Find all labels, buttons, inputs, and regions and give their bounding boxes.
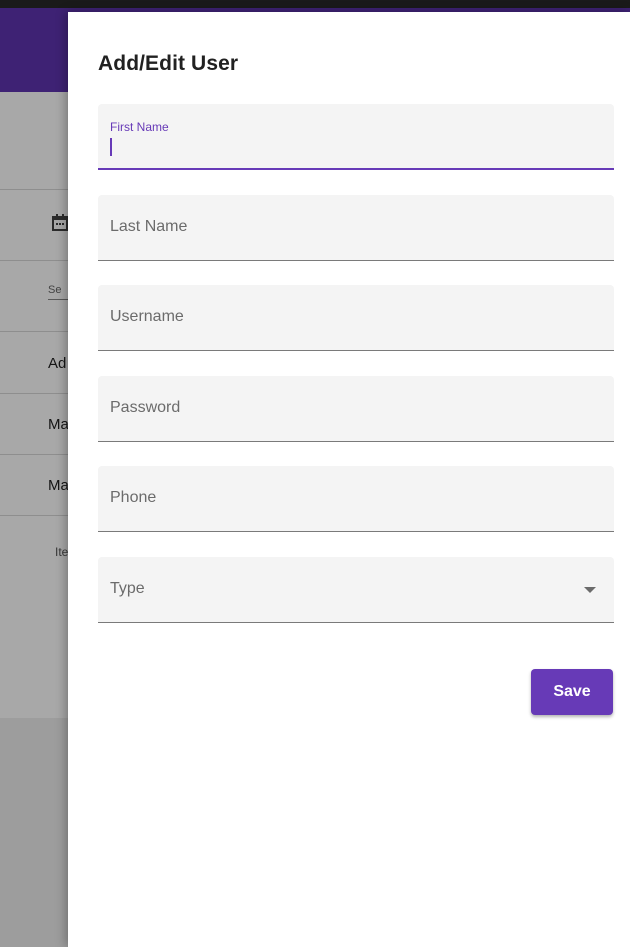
type-select[interactable]: Type [98,557,614,623]
last-name-label: Last Name [110,218,188,235]
first-name-label: First Name [110,120,169,134]
dropdown-arrow-icon[interactable] [584,587,596,593]
password-field[interactable]: Password [98,376,614,442]
first-name-field[interactable]: First Name [98,104,614,170]
first-name-input[interactable] [110,137,590,157]
username-label: Username [110,308,184,325]
phone-field[interactable]: Phone [98,466,614,532]
last-name-field[interactable]: Last Name [98,195,614,261]
save-button[interactable]: Save [531,669,613,715]
window-top-edge [0,0,630,8]
type-label: Type [110,580,145,597]
drawer-title: Add/Edit User [98,52,239,75]
username-field[interactable]: Username [98,285,614,351]
phone-label: Phone [110,489,157,506]
add-edit-user-drawer: Add/Edit User First Name Last Name Usern… [68,12,630,947]
password-label: Password [110,399,181,416]
